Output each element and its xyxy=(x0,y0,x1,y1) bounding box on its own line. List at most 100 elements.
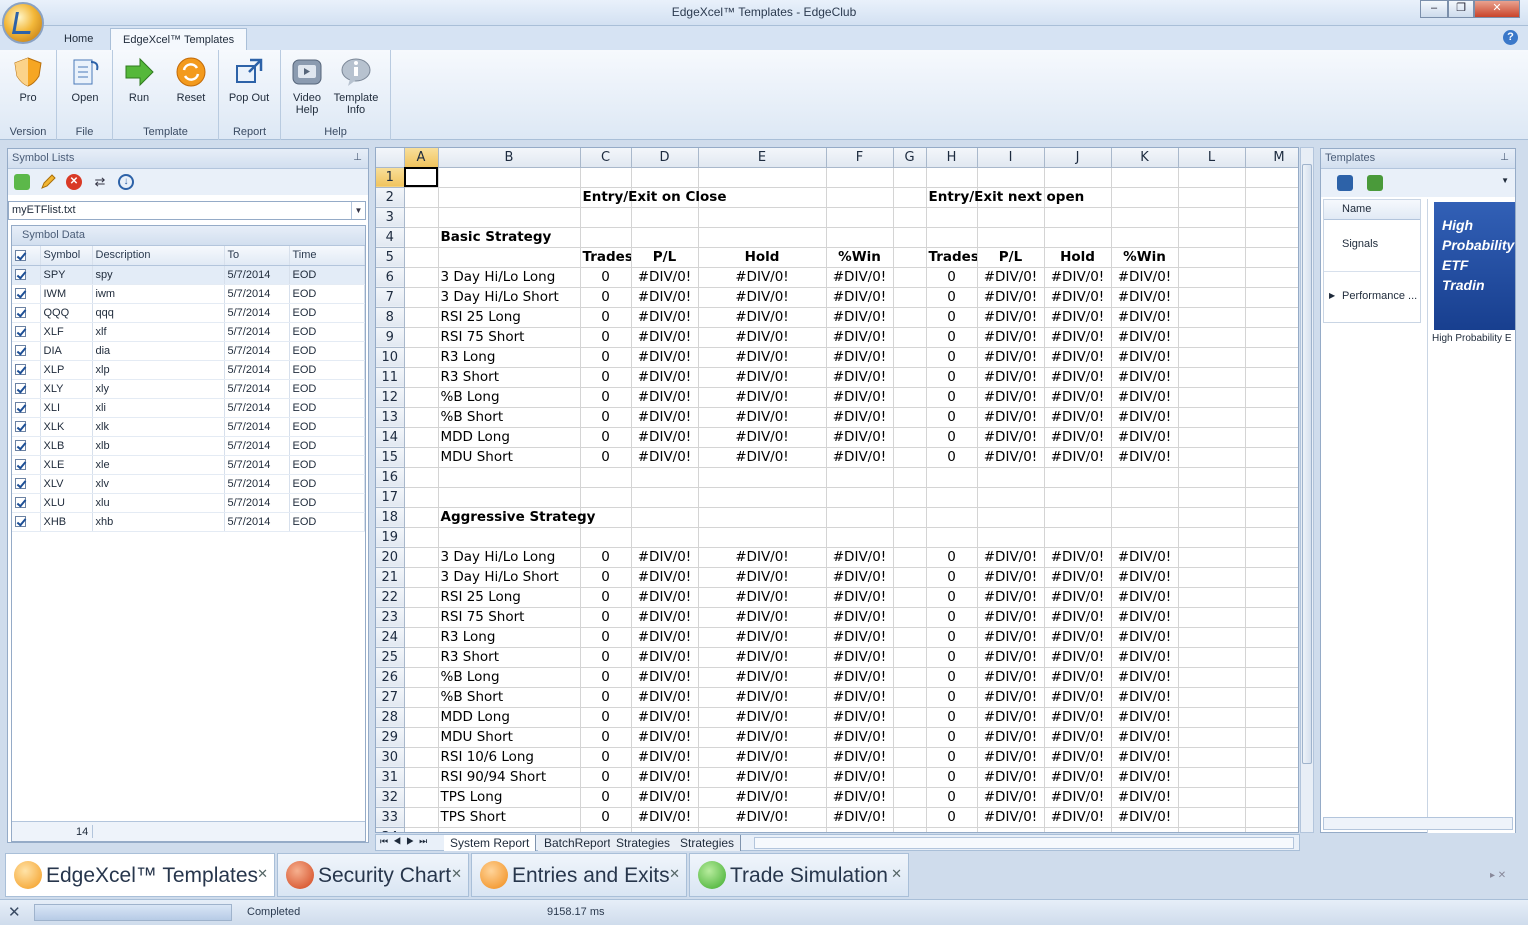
column-header[interactable]: C xyxy=(580,148,632,168)
sheet-cell[interactable] xyxy=(631,207,699,228)
sheet-cell[interactable]: #DIV/0! xyxy=(1111,387,1179,408)
sheet-cell[interactable] xyxy=(404,827,439,832)
sheet-cell[interactable] xyxy=(1178,727,1246,748)
row-header[interactable]: 24 xyxy=(376,627,405,648)
table-row[interactable]: SPY spy 5/7/2014 EOD xyxy=(12,265,365,285)
sheet-cell[interactable] xyxy=(1245,787,1298,808)
sheet-cell[interactable]: #DIV/0! xyxy=(698,627,827,648)
sheet-cell[interactable] xyxy=(893,507,927,528)
sheet-cell[interactable] xyxy=(631,227,699,248)
sheet-cell[interactable] xyxy=(1178,367,1246,388)
sheet-cell[interactable] xyxy=(893,487,927,508)
sheet-cell[interactable]: #DIV/0! xyxy=(631,347,699,368)
column-header[interactable]: M xyxy=(1245,148,1298,168)
sheet-cell[interactable]: RSI 75 Short xyxy=(438,327,581,348)
row-header[interactable]: 27 xyxy=(376,687,405,708)
copy-icon[interactable] xyxy=(1367,175,1383,191)
sheet-cell[interactable] xyxy=(1044,227,1112,248)
sheet-tab-strategies[interactable]: Strategies xyxy=(610,835,678,851)
sheet-cell[interactable] xyxy=(404,687,439,708)
sheet-cell[interactable]: #DIV/0! xyxy=(631,647,699,668)
sheet-cell[interactable]: 0 xyxy=(580,747,632,768)
sheet-cell[interactable]: #DIV/0! xyxy=(977,707,1045,728)
sheet-cell[interactable] xyxy=(1111,827,1179,832)
sheet-cell[interactable]: #DIV/0! xyxy=(826,407,894,428)
sheet-cell[interactable]: #DIV/0! xyxy=(826,587,894,608)
sheet-cell[interactable] xyxy=(404,427,439,448)
sheet-cell[interactable]: #DIV/0! xyxy=(1044,747,1112,768)
column-header[interactable]: G xyxy=(893,148,927,168)
row-header[interactable]: 3 xyxy=(376,207,405,228)
sheet-row[interactable]: 22 RSI 25 Long 0 #DIV/0! #DIV/0! #DIV/0! 0 #DIV… xyxy=(376,587,1298,608)
sheet-cell[interactable]: #DIV/0! xyxy=(1044,667,1112,688)
sheet-cell[interactable] xyxy=(1178,267,1246,288)
row-checkbox[interactable] xyxy=(12,322,41,342)
sheet-cell[interactable]: #DIV/0! xyxy=(1111,367,1179,388)
sheet-cell[interactable]: R3 Short xyxy=(438,367,581,388)
sheet-cell[interactable]: P/L xyxy=(631,247,699,268)
delete-icon[interactable]: ✕ xyxy=(66,174,82,190)
sheet-cell[interactable]: #DIV/0! xyxy=(631,367,699,388)
column-header-symbol[interactable]: Symbol xyxy=(40,246,93,266)
sheet-cell[interactable]: 0 xyxy=(580,687,632,708)
video-help-button[interactable]: Video Help xyxy=(282,54,332,116)
reset-button[interactable]: Reset xyxy=(166,54,216,104)
sheet-cell[interactable] xyxy=(893,467,927,488)
table-row[interactable]: QQQ qqq 5/7/2014 EOD xyxy=(12,303,365,323)
sheet-cell[interactable] xyxy=(580,207,632,228)
sheet-cell[interactable]: #DIV/0! xyxy=(698,807,827,828)
sheet-cell[interactable]: #DIV/0! xyxy=(698,387,827,408)
row-header[interactable]: 6 xyxy=(376,267,405,288)
sheet-cell[interactable]: #DIV/0! xyxy=(1044,387,1112,408)
sheet-cell[interactable]: 0 xyxy=(580,327,632,348)
sheet-cell[interactable]: #DIV/0! xyxy=(977,287,1045,308)
sheet-cell[interactable]: #DIV/0! xyxy=(826,767,894,788)
sheet-cell[interactable]: 0 xyxy=(580,727,632,748)
row-checkbox[interactable] xyxy=(12,265,41,285)
sheet-cell[interactable]: 0 xyxy=(926,687,978,708)
sheet-cell[interactable]: 3 Day Hi/Lo Long xyxy=(438,547,581,568)
sheet-cell[interactable] xyxy=(926,827,978,832)
sheet-cell[interactable]: 0 xyxy=(580,407,632,428)
sheet-cell[interactable]: #DIV/0! xyxy=(1111,687,1179,708)
sheet-cell[interactable]: #DIV/0! xyxy=(698,787,827,808)
sheet-cell[interactable]: #DIV/0! xyxy=(1044,707,1112,728)
sheet-cell[interactable]: #DIV/0! xyxy=(631,587,699,608)
sheet-cell[interactable] xyxy=(1245,667,1298,688)
sheet-cell[interactable]: %Win xyxy=(826,247,894,268)
maximize-button[interactable]: ❐ xyxy=(1448,0,1474,18)
sheet-cell[interactable]: #DIV/0! xyxy=(698,267,827,288)
sheet-cell[interactable]: TPS Short xyxy=(438,807,581,828)
row-header[interactable]: 12 xyxy=(376,387,405,408)
sheet-cell[interactable]: #DIV/0! xyxy=(1044,287,1112,308)
tab-home[interactable]: Home xyxy=(52,28,105,50)
sheet-cell[interactable]: #DIV/0! xyxy=(1111,347,1179,368)
sheet-cell[interactable] xyxy=(404,387,439,408)
sheet-cell[interactable] xyxy=(1178,407,1246,428)
sheet-cell[interactable]: #DIV/0! xyxy=(698,447,827,468)
sheet-cell[interactable] xyxy=(1245,687,1298,708)
row-checkbox[interactable] xyxy=(12,417,41,437)
sheet-cell[interactable] xyxy=(1245,227,1298,248)
sheet-cell[interactable]: #DIV/0! xyxy=(1111,727,1179,748)
sheet-cell[interactable]: 0 xyxy=(926,587,978,608)
column-header[interactable]: H xyxy=(926,148,978,168)
doc-tab-entries-and-exits[interactable]: Entries and Exits ✕ xyxy=(471,853,687,897)
sheet-cell[interactable]: #DIV/0! xyxy=(631,607,699,628)
sheet-cell[interactable] xyxy=(977,827,1045,832)
sheet-cell[interactable]: #DIV/0! xyxy=(1044,367,1112,388)
sheet-cell[interactable]: #DIV/0! xyxy=(826,667,894,688)
sheet-cell[interactable]: #DIV/0! xyxy=(977,267,1045,288)
doc-tab-security-chart[interactable]: Security Chart ✕ xyxy=(277,853,469,897)
sheet-cell[interactable] xyxy=(404,227,439,248)
sheet-cell[interactable]: #DIV/0! xyxy=(1111,707,1179,728)
sheet-cell[interactable]: 3 Day Hi/Lo Short xyxy=(438,287,581,308)
open-button[interactable]: Open xyxy=(60,54,110,104)
sheet-cell[interactable]: %B Long xyxy=(438,387,581,408)
sheet-cell[interactable]: #DIV/0! xyxy=(977,567,1045,588)
sheet-cell[interactable] xyxy=(1178,747,1246,768)
sheet-cell[interactable] xyxy=(893,427,927,448)
sheet-cell[interactable] xyxy=(698,507,827,528)
sheet-cell[interactable] xyxy=(404,307,439,328)
sheet-row[interactable]: 1 xyxy=(376,167,1298,188)
